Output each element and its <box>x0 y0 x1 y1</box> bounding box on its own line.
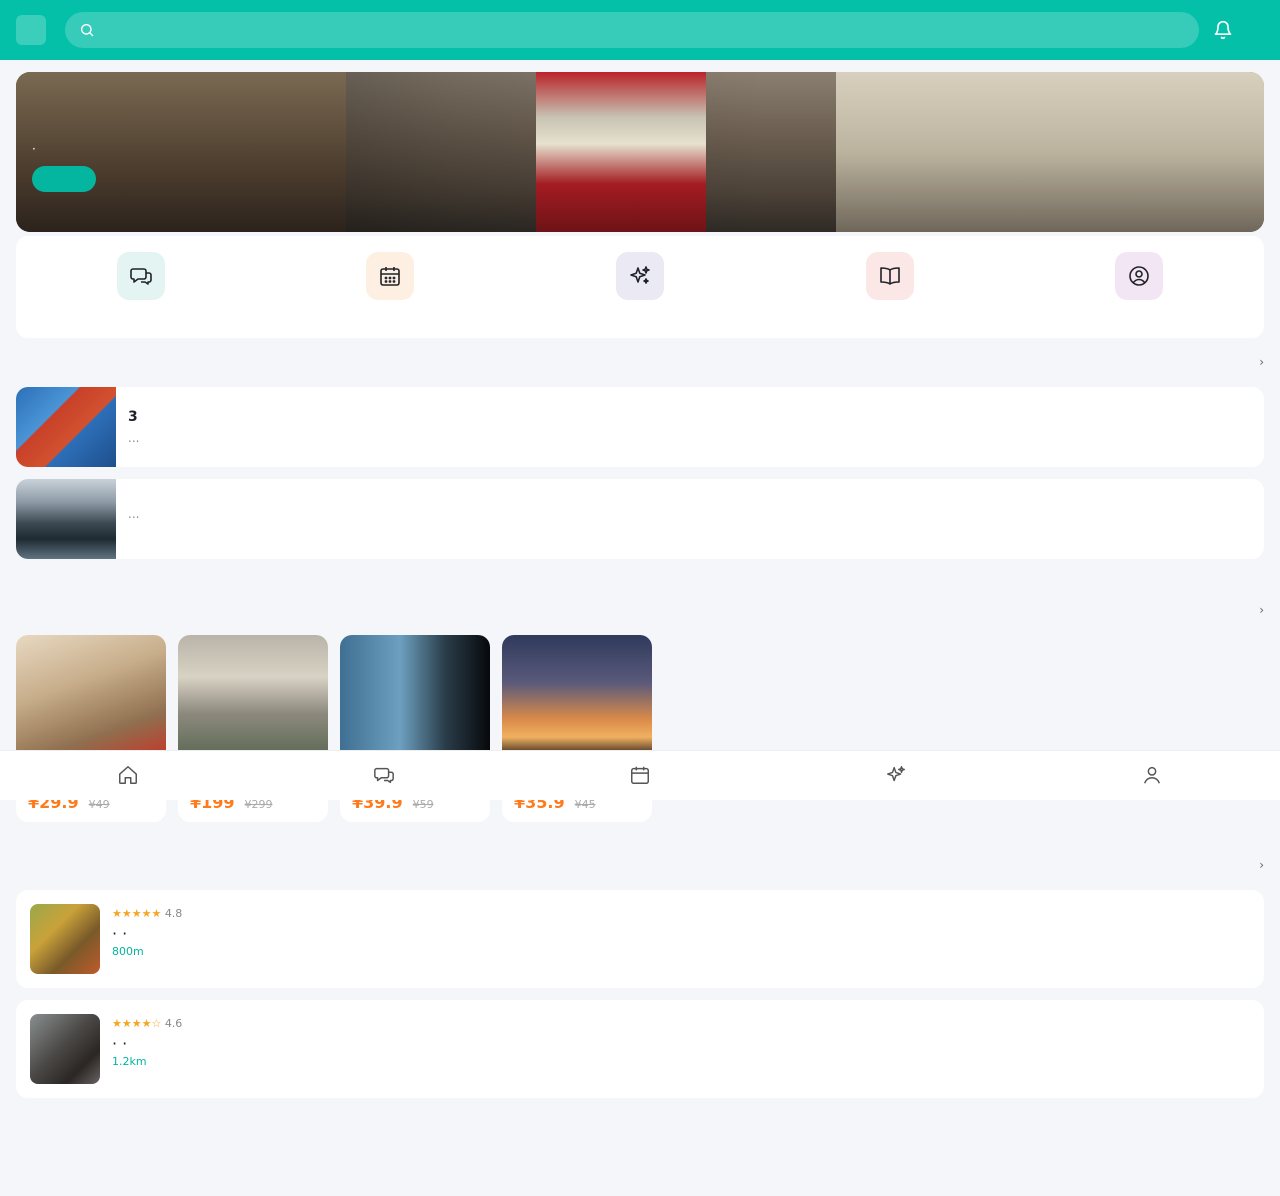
quick-entry-2[interactable] <box>266 236 516 338</box>
product-image <box>502 635 652 755</box>
banner-subtitle: · <box>32 142 36 156</box>
quick-entry-5[interactable] <box>1014 236 1264 338</box>
search-bar[interactable] <box>65 12 1199 48</box>
quick-entry-3[interactable] <box>515 236 765 338</box>
tab-profile[interactable] <box>1024 751 1280 800</box>
articles-section-header: › <box>16 355 1264 369</box>
search-input[interactable] <box>104 22 1185 38</box>
quick-entry-grid <box>16 236 1264 338</box>
article-thumbnail <box>16 479 116 559</box>
shops-section-header: › <box>16 858 1264 872</box>
shop-rating: ★★★★★ 4.8 <box>112 907 182 920</box>
home-icon <box>119 766 137 784</box>
article-description: ... <box>128 507 140 521</box>
user-icon <box>1143 766 1161 784</box>
chat-icon <box>116 252 165 300</box>
product-image <box>340 635 490 755</box>
product-image <box>178 635 328 755</box>
shop-tags: · · <box>112 924 128 943</box>
product-image <box>16 635 166 755</box>
section-more-link[interactable]: › <box>1259 355 1264 369</box>
article-title: 3 <box>128 409 138 425</box>
shop-tags: · · <box>112 1034 128 1053</box>
tab-discover[interactable] <box>768 751 1024 800</box>
banner-text: · <box>32 136 96 192</box>
tab-home[interactable] <box>0 751 256 800</box>
section-more-link[interactable]: › <box>1259 858 1264 872</box>
shop-distance: 1.2km <box>112 1055 147 1068</box>
banner-photo-right <box>836 72 1264 232</box>
notification-button[interactable] <box>1211 18 1235 42</box>
section-more-link[interactable]: › <box>1259 603 1264 617</box>
hero-banner[interactable]: · <box>16 72 1264 232</box>
book-icon <box>865 252 914 300</box>
tab-calendar[interactable] <box>512 751 768 800</box>
search-icon <box>81 24 94 37</box>
bottom-tab-bar <box>0 750 1280 800</box>
calendar-icon <box>366 252 415 300</box>
shop-image <box>30 904 100 974</box>
app-logo[interactable] <box>16 15 46 45</box>
shop-rating: ★★★★☆ 4.6 <box>112 1017 182 1030</box>
shop-card[interactable]: ★★★★★ 4.8 · · 800m <box>16 890 1264 988</box>
banner-photo-tram <box>536 72 706 232</box>
article-card[interactable]: ... <box>16 479 1264 559</box>
article-thumbnail <box>16 387 116 467</box>
calendar-icon <box>631 766 649 784</box>
shop-card[interactable]: ★★★★☆ 4.6 · · 1.2km <box>16 1000 1264 1098</box>
banner-cta-button[interactable] <box>32 166 96 192</box>
top-bar <box>0 0 1280 60</box>
rating-value: 4.8 <box>164 907 183 920</box>
sparkles-icon <box>615 252 664 300</box>
chat-icon <box>374 767 394 784</box>
bell-icon <box>1214 20 1232 40</box>
rating-stars: ★★★★★ <box>112 907 162 920</box>
shop-image <box>30 1014 100 1084</box>
shop-distance: 800m <box>112 945 144 958</box>
quick-entry-4[interactable] <box>765 236 1015 338</box>
rating-value: 4.6 <box>164 1017 183 1030</box>
rating-stars: ★★★★☆ <box>112 1017 162 1030</box>
sparkles-icon <box>887 766 905 782</box>
quick-entry-1[interactable] <box>16 236 266 338</box>
tab-chat[interactable] <box>256 751 512 800</box>
user-circle-icon <box>1115 252 1164 300</box>
article-description: ... <box>128 431 140 445</box>
article-card[interactable]: 3 ... <box>16 387 1264 467</box>
products-section-header: › <box>16 603 1264 617</box>
